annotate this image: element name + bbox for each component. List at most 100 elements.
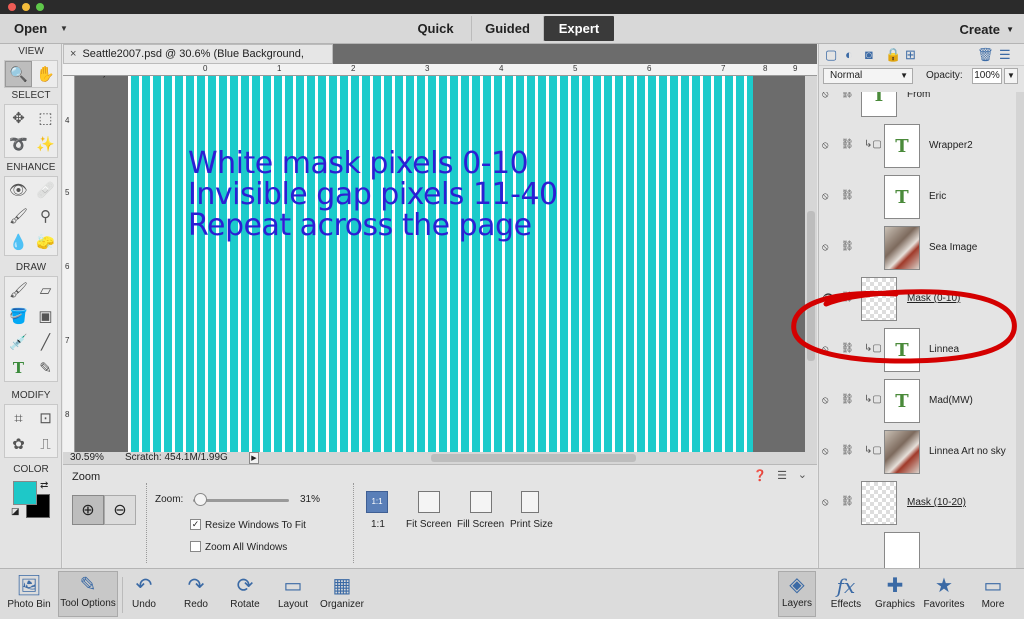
redo-button[interactable]: ↷ Redo — [178, 573, 214, 610]
zoom-tool-icon[interactable]: 🔍 — [5, 61, 32, 87]
crop-tool-icon[interactable]: ⌗ — [5, 405, 32, 431]
eraser-tool-icon[interactable]: ▱ — [32, 277, 59, 303]
resize-windows-checkbox[interactable]: ✓ — [190, 519, 201, 530]
open-dropdown-icon[interactable]: ▼ — [60, 24, 68, 33]
panel-menu-icon[interactable]: ☰ — [777, 469, 787, 482]
mode-guided[interactable]: Guided — [472, 16, 544, 41]
visibility-off-icon[interactable]: ⦸ — [822, 92, 829, 100]
layer-mask-icon[interactable]: ◙ — [865, 47, 873, 62]
rotate-button[interactable]: ⟳ Rotate — [226, 573, 264, 610]
gradient-tool-icon[interactable]: ▣ — [32, 303, 59, 329]
blend-mode-select[interactable]: Normal ▼ — [823, 68, 913, 84]
layer-row-mask-10-20[interactable]: ⦸ ⛓ Mask (10-20) — [819, 478, 1013, 528]
swap-colors-icon[interactable]: ⇄ — [40, 480, 48, 491]
zoom-all-windows-checkbox[interactable] — [190, 541, 201, 552]
visibility-off-icon[interactable]: ⦸ — [822, 242, 829, 253]
adjustment-layer-icon[interactable]: ◐ — [845, 47, 853, 62]
link-icon[interactable]: ⛓ — [841, 92, 854, 99]
link-icon[interactable]: ⛓ — [841, 445, 854, 456]
blur-tool-icon[interactable]: 💧 — [5, 229, 32, 255]
link-icon[interactable]: ⛓ — [841, 394, 854, 405]
layer-row-wrapper2[interactable]: ⦸ ⛓ ↳▢ T Wrapper2 — [819, 121, 1013, 171]
create-button[interactable]: Create — [960, 22, 1000, 37]
layer-row-linnea-art[interactable]: ⦸ ⛓ ↳▢ Linnea Art no sky — [819, 427, 1013, 477]
organizer-button[interactable]: ▦ Organizer — [318, 573, 366, 610]
print-size-button[interactable] — [521, 491, 539, 513]
horizontal-scroll-thumb[interactable] — [431, 454, 636, 462]
mode-expert[interactable]: Expert — [544, 16, 614, 41]
link-icon[interactable]: ⛓ — [841, 139, 854, 150]
opacity-input[interactable]: 100% — [972, 68, 1002, 84]
visibility-off-icon[interactable]: ⦸ — [822, 344, 829, 355]
type-tool-icon[interactable]: T — [5, 355, 32, 381]
layer-row-linnea[interactable]: ⦸ ⛓ ↳▢ T Linnea — [819, 325, 1013, 375]
close-window-button[interactable] — [8, 3, 16, 11]
foreground-color-swatch[interactable] — [13, 481, 37, 505]
layers-menu-icon[interactable]: ☰ — [999, 47, 1011, 63]
brush-tool-icon[interactable]: 🖌 — [5, 277, 32, 303]
effects-button[interactable]: fx Effects — [826, 573, 866, 610]
visibility-on-icon[interactable]: 👁 — [822, 293, 835, 304]
red-eye-tool-icon[interactable]: 👁 — [5, 177, 32, 203]
zoom-in-button[interactable]: ⊕ — [72, 495, 104, 525]
layer-row-mask-0-10[interactable]: 👁 ⛓ Mask (0-10) — [819, 274, 1013, 324]
lock-all-icon[interactable]: 🔒 — [885, 47, 901, 63]
layers-button[interactable]: ◈ Layers — [778, 571, 816, 617]
fill-screen-button[interactable] — [470, 491, 492, 513]
magic-wand-tool-icon[interactable]: ✨ — [32, 131, 59, 157]
zoom-out-button[interactable]: ⊖ — [104, 495, 136, 525]
paint-bucket-tool-icon[interactable]: 🪣 — [5, 303, 32, 329]
visibility-off-icon[interactable]: ⦸ — [822, 191, 829, 202]
cookie-cutter-tool-icon[interactable]: ✿ — [5, 431, 32, 457]
undo-button[interactable]: ↶ Undo — [126, 573, 162, 610]
straighten-tool-icon[interactable]: ⎍ — [32, 431, 59, 457]
link-icon[interactable]: ⛓ — [841, 292, 854, 303]
layer-row-sea-image[interactable]: ⦸ ⛓ Sea Image — [819, 223, 1013, 273]
more-button[interactable]: ▭ More — [976, 573, 1010, 610]
clone-stamp-tool-icon[interactable]: ⚲ — [32, 203, 59, 229]
visibility-off-icon[interactable]: ⦸ — [822, 395, 829, 406]
fit-screen-button[interactable] — [418, 491, 440, 513]
open-button[interactable]: Open — [14, 21, 47, 36]
sponge-tool-icon[interactable]: 🧽 — [32, 229, 59, 255]
layer-row-madmw[interactable]: ⦸ ⛓ ↳▢ T Mad(MW) — [819, 376, 1013, 426]
hand-tool-icon[interactable]: ✋ — [32, 61, 59, 87]
visibility-off-icon[interactable]: ⦸ — [822, 497, 829, 508]
layer-row-eric[interactable]: ⦸ ⛓ T Eric — [819, 172, 1013, 222]
image-canvas[interactable]: White mask pixels 0-10 Invisible gap pix… — [128, 76, 753, 452]
visibility-off-icon[interactable]: ⦸ — [822, 446, 829, 457]
document-tab[interactable]: × Seattle2007.psd @ 30.6% (Blue Backgroun… — [63, 44, 333, 78]
pencil-tool-icon[interactable]: ✎ — [32, 355, 59, 381]
link-icon[interactable]: ⛓ — [841, 190, 854, 201]
zoom-window-button[interactable] — [36, 3, 44, 11]
healing-brush-tool-icon[interactable]: 🩹 — [32, 177, 59, 203]
link-icon[interactable]: ⛓ — [841, 496, 854, 507]
vertical-scrollbar[interactable] — [805, 76, 817, 452]
eyedropper-tool-icon[interactable]: 💉 — [5, 329, 32, 355]
collapse-chevron-icon[interactable]: ⌄ — [798, 468, 807, 481]
photo-bin-button[interactable]: 🖼 Photo Bin — [4, 573, 54, 610]
zoom-slider-track[interactable] — [193, 499, 289, 502]
link-icon[interactable]: ⛓ — [841, 241, 854, 252]
line-tool-icon[interactable]: ╱ — [32, 329, 59, 355]
marquee-tool-icon[interactable]: ⬚ — [32, 105, 59, 131]
zoom-slider-knob[interactable] — [194, 493, 207, 506]
visibility-off-icon[interactable]: ⦸ — [822, 140, 829, 151]
default-colors-icon[interactable]: ◪ — [11, 506, 20, 517]
help-icon[interactable]: ❓ — [753, 469, 767, 482]
layer-row-from[interactable]: ⦸ ⛓ T From — [819, 92, 1013, 120]
create-dropdown-icon[interactable]: ▼ — [1006, 25, 1014, 34]
favorites-button[interactable]: ★ Favorites — [922, 573, 966, 610]
actual-pixels-button[interactable]: 1:1 — [366, 491, 388, 513]
opacity-dropdown-icon[interactable]: ▼ — [1004, 68, 1018, 84]
new-layer-icon[interactable]: ▢ — [825, 47, 837, 63]
graphics-button[interactable]: ✚ Graphics — [872, 573, 918, 610]
smart-brush-tool-icon[interactable]: 🖌 — [5, 203, 32, 229]
minimize-window-button[interactable] — [22, 3, 30, 11]
lock-transparency-icon[interactable]: ⊞ — [905, 47, 916, 63]
layer-row-partial[interactable] — [819, 529, 1013, 568]
close-document-icon[interactable]: × — [70, 48, 76, 60]
layout-button[interactable]: ▭ Layout — [276, 573, 310, 610]
tool-options-button[interactable]: ✎ Tool Options — [58, 571, 118, 617]
recompose-tool-icon[interactable]: ⊡ — [32, 405, 59, 431]
